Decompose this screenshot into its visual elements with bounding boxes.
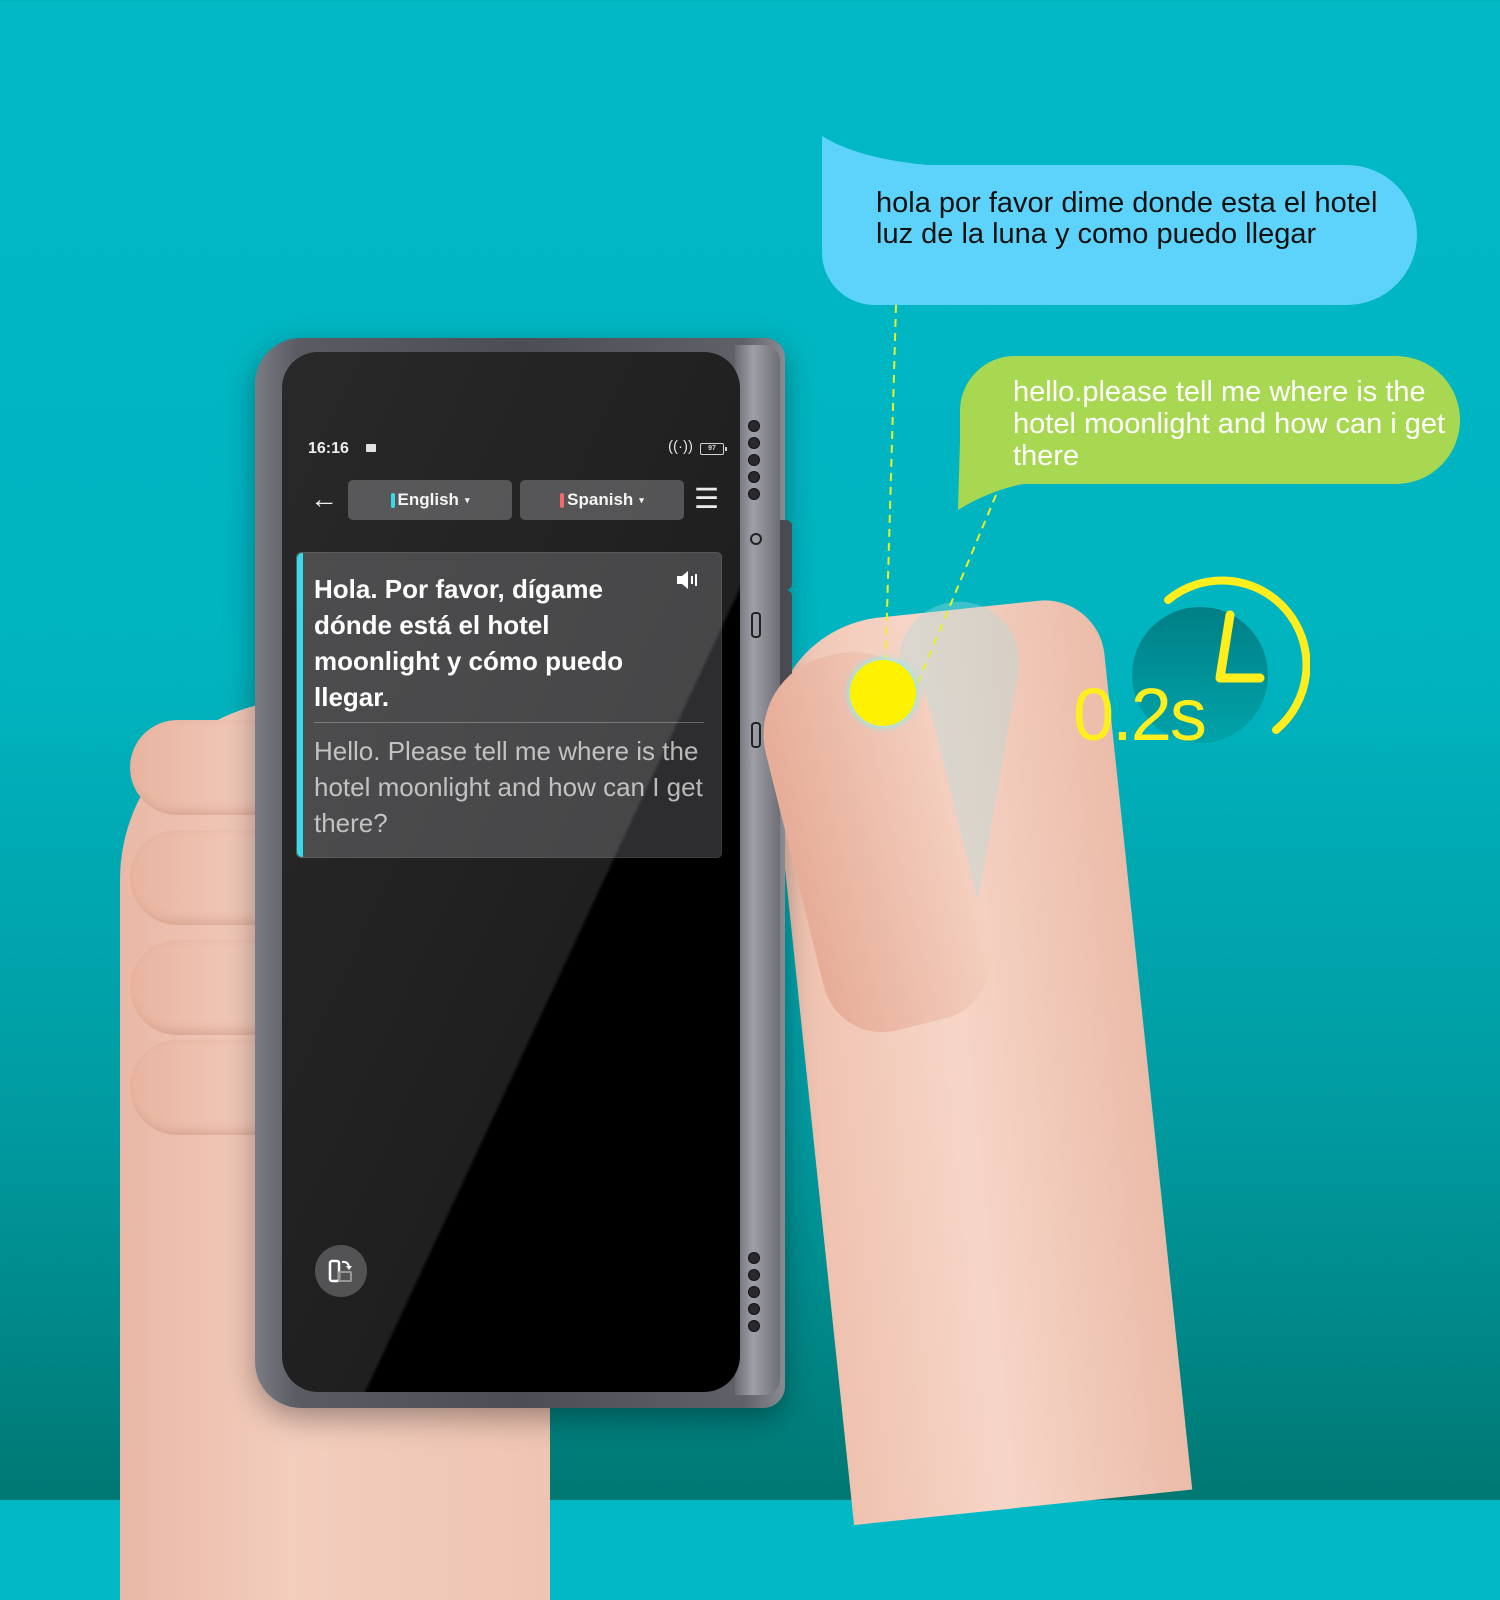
rotate-screen-icon — [328, 1259, 352, 1283]
status-time: 16:16 — [308, 440, 349, 457]
device-screen: 16:16 ((·)) 97 ← English ▾ Spanish ▾ ☰ H… — [282, 352, 740, 1392]
side-slot — [751, 612, 761, 638]
chevron-down-icon: ▾ — [639, 494, 644, 505]
original-text: Hello. Please tell me where is the hotel… — [314, 736, 703, 838]
card-accent-bar — [297, 553, 303, 857]
chevron-down-icon: ▾ — [464, 494, 470, 505]
hotspot-signal-icon: ((·)) — [668, 438, 693, 455]
top-speaker-grille — [748, 420, 762, 505]
source-language-button[interactable]: English ▾ — [348, 480, 512, 520]
english-speech-text: hello.please tell me where is the hotel … — [1013, 376, 1446, 472]
rotate-screen-button[interactable] — [315, 1245, 367, 1297]
battery-icon: 97 — [700, 443, 727, 455]
target-language-marker — [560, 492, 565, 508]
hamburger-menu-icon[interactable]: ☰ — [694, 484, 719, 514]
target-language-label: Spanish — [567, 490, 634, 509]
target-language-button[interactable]: Spanish ▾ — [520, 480, 684, 520]
image-notification-icon — [366, 444, 376, 452]
bottom-speaker-grille — [748, 1252, 762, 1337]
battery-level: 97 — [708, 445, 716, 452]
source-language-marker — [390, 492, 395, 508]
side-button-upper[interactable] — [780, 520, 792, 590]
microphone-hole — [750, 533, 762, 545]
translated-text: Hola. Por favor, dígame dónde está el ho… — [314, 574, 624, 712]
translation-card: Hola. Por favor, dígame dónde está el ho… — [296, 552, 722, 858]
source-language-label: English — [397, 490, 459, 509]
back-arrow-icon[interactable]: ← — [310, 484, 338, 514]
response-time-label: 0.2s — [1073, 673, 1207, 756]
spanish-speech-text: hola por favor dime donde esta el hotel … — [876, 187, 1378, 250]
side-slot — [751, 722, 761, 748]
card-divider — [314, 722, 704, 723]
speaker-play-icon[interactable] — [675, 569, 701, 597]
tap-indicator-dot — [850, 660, 916, 726]
